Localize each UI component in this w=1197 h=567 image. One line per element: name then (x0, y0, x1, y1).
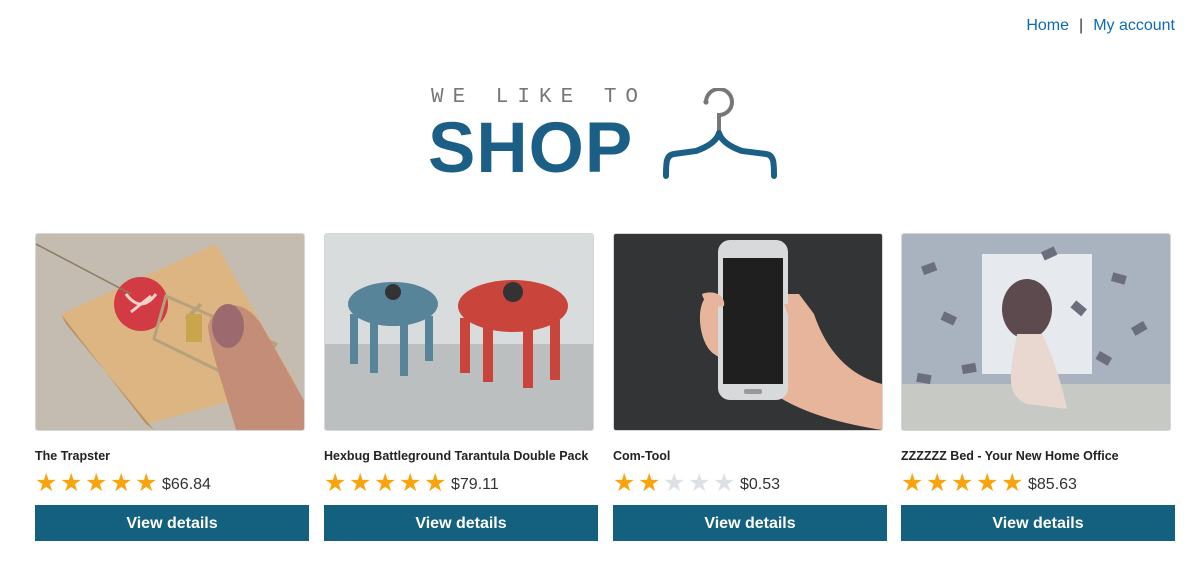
logo-wordmark: SHOP (428, 109, 634, 188)
product-title[interactable]: ZZZZZZ Bed - Your New Home Office (901, 449, 1175, 463)
star-icon: ★ (951, 468, 974, 497)
star-icon: ★ (85, 468, 108, 497)
star-icon: ★ (663, 468, 686, 497)
nav-separator: | (1079, 17, 1084, 34)
view-details-button[interactable]: View details (613, 505, 887, 541)
view-details-button[interactable]: View details (35, 505, 309, 541)
product-rating: ★ ★ ★ ★ ★ $79.11 (324, 469, 598, 497)
star-icon: ★ (349, 468, 372, 497)
star-icon: ★ (324, 468, 347, 497)
star-icon: ★ (110, 468, 133, 497)
product-card: ZZZZZZ Bed - Your New Home Office ★ ★ ★ … (901, 233, 1175, 541)
product-image-hexbug[interactable] (324, 233, 594, 431)
product-card: Com-Tool ★ ★ ★ ★ ★ $0.53 View details (613, 233, 887, 541)
shop-logo[interactable]: WE LIKE TO SHOP (428, 86, 788, 188)
star-icon: ★ (613, 468, 636, 497)
star-icon: ★ (399, 468, 422, 497)
product-card: The Trapster ★ ★ ★ ★ ★ $66.84 View detai… (35, 233, 309, 541)
product-price: $66.84 (162, 476, 211, 493)
star-icon: ★ (713, 468, 736, 497)
product-title[interactable]: Hexbug Battleground Tarantula Double Pac… (324, 449, 598, 463)
product-grid: The Trapster ★ ★ ★ ★ ★ $66.84 View detai… (35, 233, 1175, 543)
home-link[interactable]: Home (1026, 17, 1069, 34)
product-image-bed[interactable] (901, 233, 1171, 431)
top-nav: Home | My account (1026, 17, 1175, 35)
product-title[interactable]: Com-Tool (613, 449, 887, 463)
my-account-link[interactable]: My account (1093, 17, 1175, 34)
product-image-mousetrap[interactable] (35, 233, 305, 431)
star-icon: ★ (424, 468, 447, 497)
star-icon: ★ (638, 468, 661, 497)
view-details-button[interactable]: View details (324, 505, 598, 541)
product-price: $85.63 (1028, 476, 1077, 493)
star-icon: ★ (901, 468, 924, 497)
star-icon: ★ (374, 468, 397, 497)
view-details-button[interactable]: View details (901, 505, 1175, 541)
product-card: Hexbug Battleground Tarantula Double Pac… (324, 233, 598, 541)
star-icon: ★ (60, 468, 83, 497)
logo-tagline: WE LIKE TO (431, 86, 648, 109)
star-icon: ★ (35, 468, 58, 497)
product-rating: ★ ★ ★ ★ ★ $0.53 (613, 469, 887, 497)
star-icon: ★ (926, 468, 949, 497)
product-price: $79.11 (451, 476, 499, 493)
product-title[interactable]: The Trapster (35, 449, 309, 463)
product-price: $0.53 (740, 476, 781, 493)
star-icon: ★ (135, 468, 158, 497)
product-rating: ★ ★ ★ ★ ★ $85.63 (901, 469, 1175, 497)
hanger-icon (663, 88, 777, 179)
star-icon: ★ (976, 468, 999, 497)
product-image-phone[interactable] (613, 233, 883, 431)
star-icon: ★ (688, 468, 711, 497)
product-rating: ★ ★ ★ ★ ★ $66.84 (35, 469, 309, 497)
star-icon: ★ (1001, 468, 1024, 497)
